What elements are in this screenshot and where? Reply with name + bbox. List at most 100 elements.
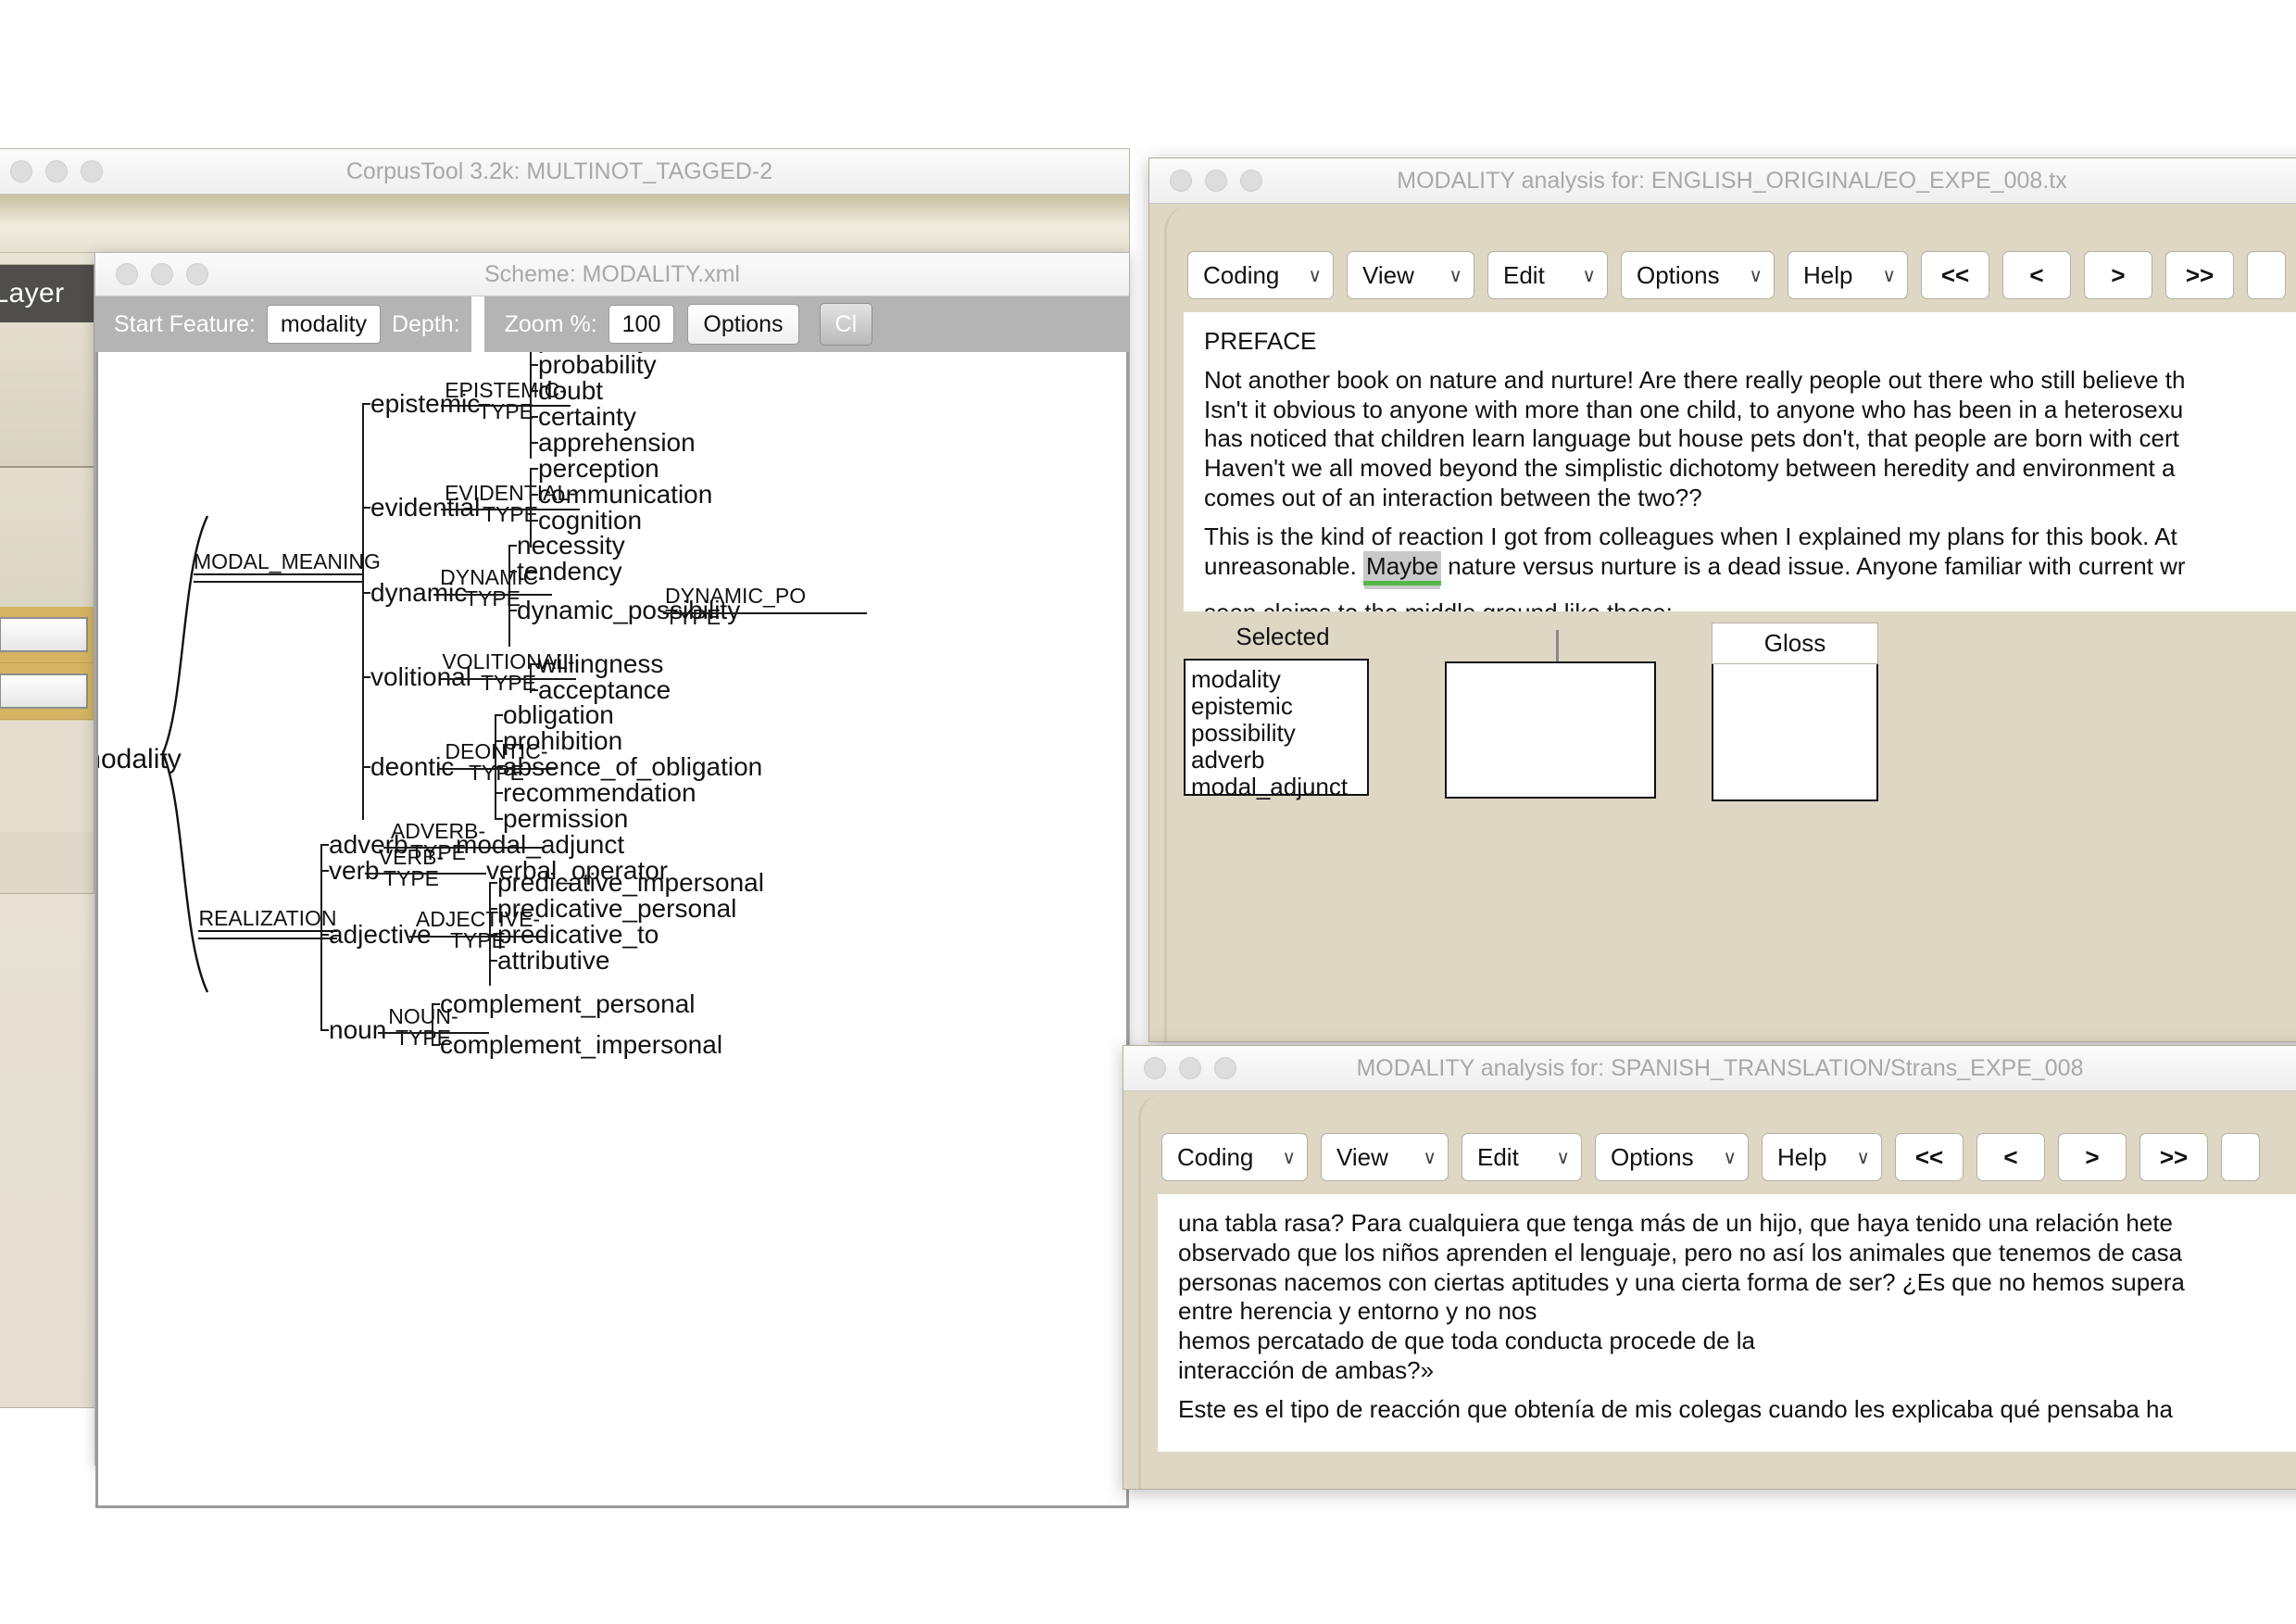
spanish-menu-help[interactable]: Help∨ bbox=[1762, 1133, 1882, 1181]
start-feature-input[interactable]: modality bbox=[267, 305, 381, 344]
english-menu-edit[interactable]: Edit∨ bbox=[1487, 251, 1608, 299]
depth-input[interactable] bbox=[471, 296, 484, 352]
clear-button[interactable]: Cl bbox=[820, 303, 873, 346]
english-inner-panel: Coding∨ View∨ Edit∨ Options∨ Help∨ << < … bbox=[1164, 207, 2296, 1041]
chevron-down-icon: ∨ bbox=[1282, 1146, 1296, 1169]
chevron-down-icon: ∨ bbox=[1556, 1146, 1570, 1169]
layer-gold-input-1[interactable] bbox=[0, 617, 88, 652]
english-analysis-window: MODALITY analysis for: ENGLISH_ORIGINAL/… bbox=[1148, 157, 2296, 1042]
spanish-menu-options[interactable]: Options∨ bbox=[1595, 1133, 1749, 1181]
corpustool-titlebar[interactable]: CorpusTool 3.2k: MULTINOT_TAGGED-2 bbox=[0, 149, 1129, 195]
english-paragraph-line: Haven't we all moved beyond the simplist… bbox=[1204, 456, 2296, 482]
spanish-nav-next[interactable]: > bbox=[2058, 1133, 2127, 1181]
tree-node-complement-impersonal[interactable]: complement_impersonal bbox=[440, 1030, 722, 1060]
middle-listbox[interactable] bbox=[1445, 661, 1656, 799]
spanish-nav-extra[interactable] bbox=[2221, 1133, 2260, 1181]
list-item[interactable]: adverb bbox=[1191, 747, 1367, 774]
english-paragraph-line: Isn't it obvious to anyone with more tha… bbox=[1204, 397, 2296, 423]
start-feature-label: Start Feature: bbox=[103, 311, 267, 338]
english-toolbar: Coding∨ View∨ Edit∨ Options∨ Help∨ << < … bbox=[1167, 207, 2296, 299]
scheme-tree-canvas[interactable]: modality MODAL_MEANING epistemic EPISTEM… bbox=[95, 352, 1129, 1508]
tree-node-complement-personal[interactable]: complement_personal bbox=[440, 989, 696, 1019]
english-title: MODALITY analysis for: ENGLISH_ORIGINAL/… bbox=[1149, 168, 2296, 195]
english-paragraph-line: comes out of an interaction between the … bbox=[1204, 485, 2296, 511]
list-item[interactable]: possibility bbox=[1191, 720, 1367, 747]
scheme-toolbar: Start Feature: modality Depth: Zoom %: 1… bbox=[95, 296, 1129, 352]
english-menu-help[interactable]: Help∨ bbox=[1788, 251, 1908, 299]
spanish-paragraph-line: interacción de ambas?» bbox=[1178, 1358, 2296, 1384]
english-heading: PREFACE bbox=[1204, 329, 2296, 355]
spanish-paragraph-line: una tabla rasa? Para cualquiera que teng… bbox=[1178, 1211, 2296, 1237]
depth-label: Depth: bbox=[381, 311, 471, 338]
spanish-titlebar[interactable]: MODALITY analysis for: SPANISH_TRANSLATI… bbox=[1123, 1046, 2296, 1091]
chevron-down-icon: ∨ bbox=[1882, 264, 1896, 287]
layer-window-title: Layer bbox=[0, 278, 65, 309]
spanish-nav-last[interactable]: >> bbox=[2139, 1133, 2208, 1181]
spanish-menu-edit[interactable]: Edit∨ bbox=[1462, 1133, 1582, 1181]
spanish-nav-prev[interactable]: < bbox=[1976, 1133, 2045, 1181]
english-menu-view[interactable]: View∨ bbox=[1347, 251, 1474, 299]
layer-section-upper bbox=[0, 322, 94, 468]
list-item[interactable]: epistemic bbox=[1191, 693, 1367, 720]
scheme-window: Scheme: MODALITY.xml Start Feature: moda… bbox=[94, 252, 1130, 1466]
chevron-down-icon: ∨ bbox=[1423, 1146, 1437, 1169]
gloss-panel-title: Gloss bbox=[1712, 623, 1878, 664]
scheme-title: Scheme: MODALITY.xml bbox=[95, 261, 1129, 288]
text-caret bbox=[1556, 630, 1559, 661]
spanish-menu-view[interactable]: View∨ bbox=[1321, 1133, 1449, 1181]
english-titlebar[interactable]: MODALITY analysis for: ENGLISH_ORIGINAL/… bbox=[1149, 158, 2296, 204]
english-nav-extra[interactable] bbox=[2247, 251, 2286, 299]
english-menu-coding[interactable]: Coding∨ bbox=[1187, 251, 1334, 299]
chevron-down-icon: ∨ bbox=[1308, 264, 1322, 287]
selected-listbox[interactable]: modality epistemic possibility adverb mo… bbox=[1184, 659, 1369, 796]
spanish-paragraph-line-clipped: Este es el tipo de reacción que obtenía … bbox=[1178, 1397, 2296, 1423]
layer-gold-row-2: eg: bbox=[0, 663, 94, 720]
spanish-title: MODALITY analysis for: SPANISH_TRANSLATI… bbox=[1123, 1055, 2296, 1082]
spanish-menu-coding[interactable]: Coding∨ bbox=[1161, 1133, 1308, 1181]
gloss-listbox[interactable] bbox=[1712, 664, 1878, 801]
chevron-down-icon: ∨ bbox=[1749, 264, 1763, 287]
layer-gold-input-2[interactable] bbox=[0, 674, 88, 709]
zoom-input[interactable]: 100 bbox=[609, 305, 675, 344]
english-paragraph-line: has noticed that children learn language… bbox=[1204, 426, 2296, 452]
english-nav-prev[interactable]: < bbox=[2002, 251, 2071, 299]
english-nav-last[interactable]: >> bbox=[2165, 251, 2234, 299]
english-panels-row: Selected modality epistemic possibility … bbox=[1167, 623, 2296, 801]
options-button[interactable]: Options bbox=[687, 304, 798, 345]
spanish-inner-panel: Coding∨ View∨ Edit∨ Options∨ Help∨ << < … bbox=[1138, 1094, 2296, 1489]
spanish-paragraph-line: entre herencia y entorno y no nos bbox=[1178, 1299, 2296, 1325]
english-nav-first[interactable]: << bbox=[1921, 251, 1989, 299]
subsystem-label-dynamic-possibility-type[interactable]: DYNAMIC_PO TYPE bbox=[665, 585, 850, 628]
scheme-titlebar[interactable]: Scheme: MODALITY.xml bbox=[95, 253, 1129, 296]
chevron-down-icon: ∨ bbox=[1582, 264, 1596, 287]
layer-gold-row-1 bbox=[0, 607, 94, 663]
spanish-nav-first[interactable]: << bbox=[1895, 1133, 1964, 1181]
list-item[interactable]: modality bbox=[1191, 666, 1367, 693]
spanish-text-pane[interactable]: una tabla rasa? Para cualquiera que teng… bbox=[1158, 1194, 2296, 1452]
zoom-label: Zoom %: bbox=[494, 311, 609, 338]
tree-node-attributive[interactable]: attributive bbox=[497, 946, 609, 976]
english-menu-options[interactable]: Options∨ bbox=[1621, 251, 1775, 299]
layer-window: Layer eg: bbox=[0, 264, 94, 894]
corpustool-title: CorpusTool 3.2k: MULTINOT_TAGGED-2 bbox=[0, 158, 1129, 185]
layer-section-lower bbox=[0, 468, 94, 607]
spanish-analysis-window: MODALITY analysis for: SPANISH_TRANSLATI… bbox=[1123, 1045, 2296, 1490]
coded-segment-maybe[interactable]: Maybe bbox=[1363, 551, 1441, 585]
english-nav-next[interactable]: > bbox=[2084, 251, 2152, 299]
list-item[interactable]: modal_adjunct bbox=[1191, 774, 1367, 800]
corpustool-toolbar-strip bbox=[0, 195, 1129, 253]
middle-panel bbox=[1445, 623, 1669, 799]
selected-panel: Selected modality epistemic possibility … bbox=[1184, 623, 1382, 796]
system-label-modal-meaning[interactable]: MODAL_MEANING bbox=[194, 551, 362, 575]
layer-window-header: Layer bbox=[0, 265, 94, 322]
spanish-paragraph-line: observado que los niños aprenden el leng… bbox=[1178, 1240, 2296, 1266]
layer-section-tail bbox=[0, 720, 94, 832]
gloss-panel: Gloss bbox=[1712, 623, 1878, 801]
english-paragraph-line: seen claims to the middle ground like th… bbox=[1204, 600, 2296, 612]
spanish-paragraph-line: hemos percatado de que toda conducta pro… bbox=[1178, 1328, 2296, 1354]
subsystem-label-verb-type[interactable]: VERB- TYPE bbox=[365, 847, 458, 889]
system-label-realization[interactable]: REALIZATION bbox=[198, 908, 337, 932]
tree-node-tendency[interactable]: tendency bbox=[517, 557, 622, 586]
english-text-pane[interactable]: PREFACE Not another book on nature and n… bbox=[1184, 312, 2296, 611]
english-paragraph-line: This is the kind of reaction I got from … bbox=[1204, 524, 2296, 550]
